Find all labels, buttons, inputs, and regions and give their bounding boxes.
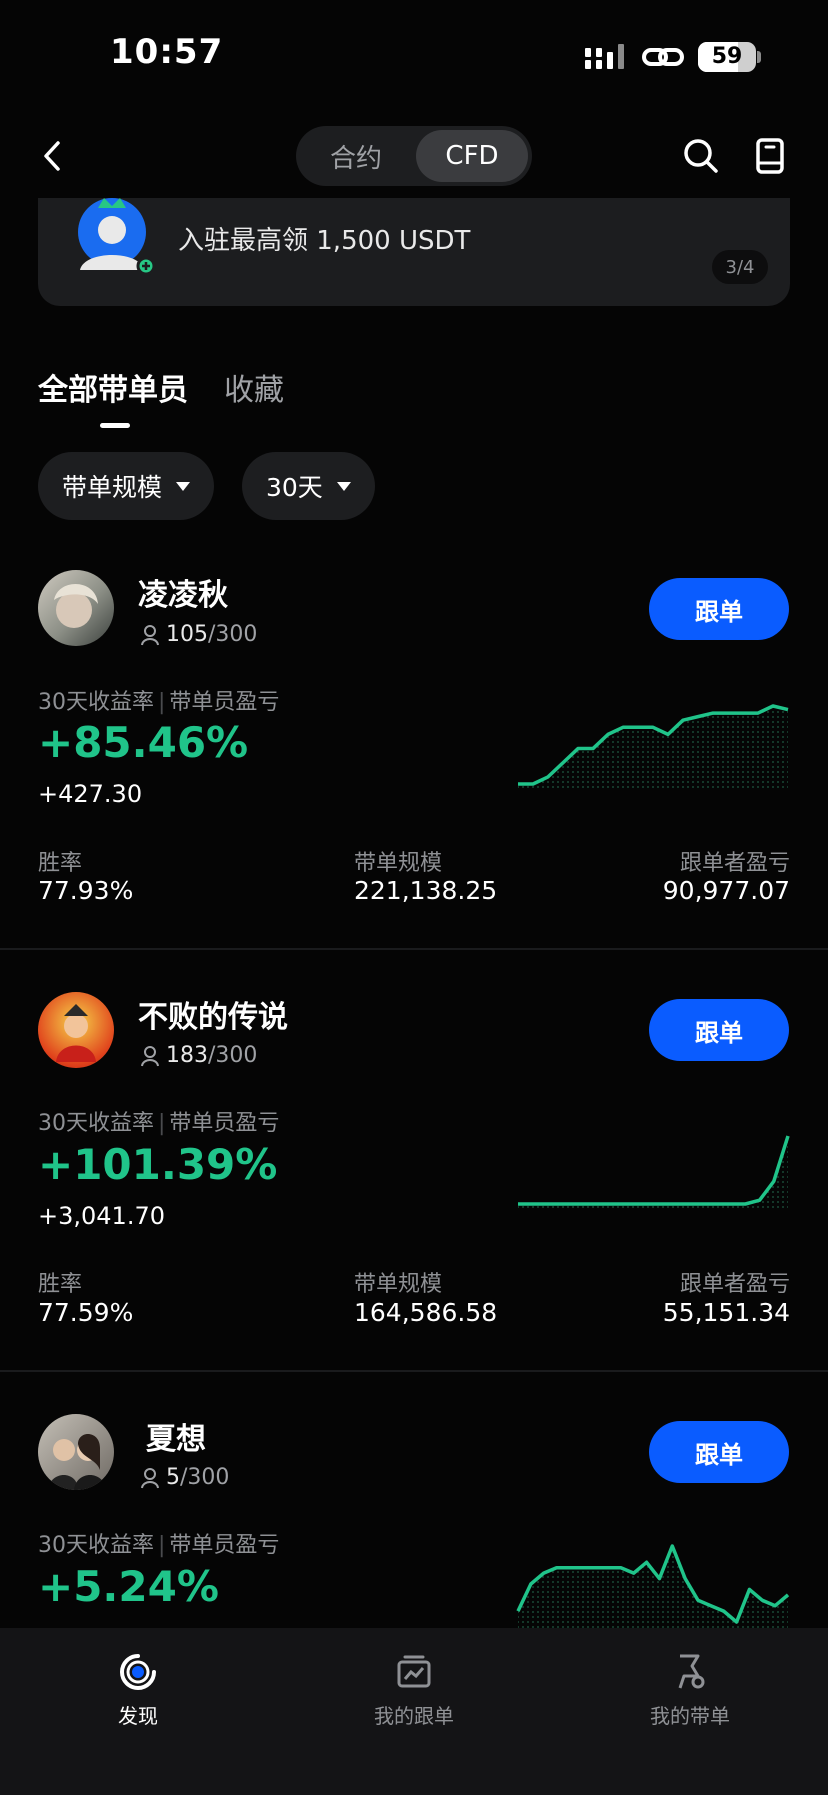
avatar[interactable]	[38, 992, 114, 1068]
banner-pager: 3/4	[712, 250, 768, 284]
avatar[interactable]	[38, 1414, 114, 1490]
trader-name[interactable]: 不败的传说	[138, 992, 288, 1036]
battery-tip	[757, 51, 761, 63]
avatar[interactable]	[38, 570, 114, 646]
follower-count: 105/300	[140, 622, 257, 647]
signal-icon	[585, 44, 624, 69]
follower-pnl-value: 90,977.07	[662, 876, 790, 905]
copy-trade-button[interactable]: 跟单	[649, 1421, 789, 1483]
sparkline-line	[518, 1135, 790, 1206]
copy-trade-button[interactable]: 跟单	[649, 578, 789, 640]
copy-trade-button[interactable]: 跟单	[649, 999, 789, 1061]
sparkline-area	[518, 1136, 788, 1210]
nav-my-lead-trades[interactable]: 我的带单	[600, 1652, 780, 1729]
nav-discover-label: 发现	[118, 1704, 158, 1728]
stat-label-follower-pnl: 跟单者盈亏	[679, 1272, 790, 1297]
metric-label: 30天收益率 | 带单员盈亏	[38, 690, 280, 715]
nav-my-copy-trades-label: 我的跟单	[374, 1704, 454, 1728]
roi-sparkline	[518, 1135, 790, 1210]
aum-value: 221,138.25	[354, 876, 498, 905]
caret-down-icon	[176, 481, 191, 491]
metric-label: 30天收益率 | 带单员盈亏	[38, 1533, 280, 1558]
roi-value: +5.24%	[38, 1562, 219, 1611]
roi-sparkline	[518, 704, 789, 790]
card-divider	[0, 1370, 828, 1372]
follower-pnl-value: 55,151.34	[662, 1298, 790, 1327]
battery-indicator: 59	[698, 42, 756, 72]
person-icon	[141, 624, 159, 645]
stat-label-winrate: 胜率	[38, 851, 83, 876]
aum-value: 164,586.58	[354, 1298, 498, 1327]
person-icon	[141, 1045, 159, 1066]
segment-cfd[interactable]: CFD	[416, 130, 528, 182]
trader-pnl: +427.30	[38, 780, 143, 808]
stat-label-aum: 带单规模	[354, 1272, 443, 1297]
follower-count: 5/300	[140, 1465, 229, 1490]
tab-indicator	[100, 423, 130, 428]
trader-name[interactable]: 夏想	[146, 1414, 206, 1458]
nav-my-lead-trades-label: 我的带单	[650, 1704, 730, 1728]
caret-down-icon	[336, 481, 351, 491]
discover-icon	[120, 1654, 156, 1690]
segment-futures[interactable]: 合约	[300, 130, 412, 182]
win-rate-value: 77.93%	[38, 876, 134, 905]
roi-sparkline	[516, 1544, 790, 1628]
stat-label-aum: 带单规模	[354, 851, 443, 876]
roi-value: +85.46%	[38, 718, 249, 767]
back-icon[interactable]	[28, 132, 76, 180]
roi-value: +101.39%	[38, 1140, 278, 1189]
win-rate-value: 77.59%	[38, 1298, 134, 1327]
status-time: 10:57	[110, 32, 224, 72]
tab-all-traders[interactable]: 全部带单员	[38, 365, 188, 409]
person-icon	[141, 1467, 159, 1488]
trader-badge-icon	[74, 196, 158, 278]
follower-count: 183/300	[140, 1043, 257, 1068]
stat-label-follower-pnl: 跟单者盈亏	[679, 851, 790, 876]
nav-my-copy-trades[interactable]: 我的跟单	[324, 1652, 504, 1729]
filter-aum-dropdown[interactable]: 带单规模	[38, 452, 215, 520]
filter-period-label: 30天	[266, 473, 323, 502]
chart-box-icon	[397, 1655, 431, 1688]
sparkline-area	[518, 706, 788, 790]
stat-label-winrate: 胜率	[38, 1272, 83, 1297]
sparkline-area	[518, 1546, 788, 1628]
link-icon	[642, 48, 684, 66]
trader-pnl: +3,041.70	[38, 1202, 165, 1230]
banner-text: 入驻最高领 1,500 USDT	[178, 226, 471, 256]
trader-name[interactable]: 凌凌秋	[138, 570, 228, 614]
metric-label: 30天收益率 | 带单员盈亏	[38, 1111, 280, 1136]
search-icon[interactable]	[677, 132, 725, 180]
nav-discover[interactable]: 发现	[48, 1652, 228, 1729]
tab-favorites[interactable]: 收藏	[224, 365, 284, 409]
filter-period-dropdown[interactable]: 30天	[242, 452, 375, 520]
filter-aum-label: 带单规模	[62, 473, 163, 502]
flag-icon	[678, 1654, 705, 1689]
card-divider	[0, 948, 828, 950]
guide-book-icon[interactable]	[746, 132, 794, 180]
